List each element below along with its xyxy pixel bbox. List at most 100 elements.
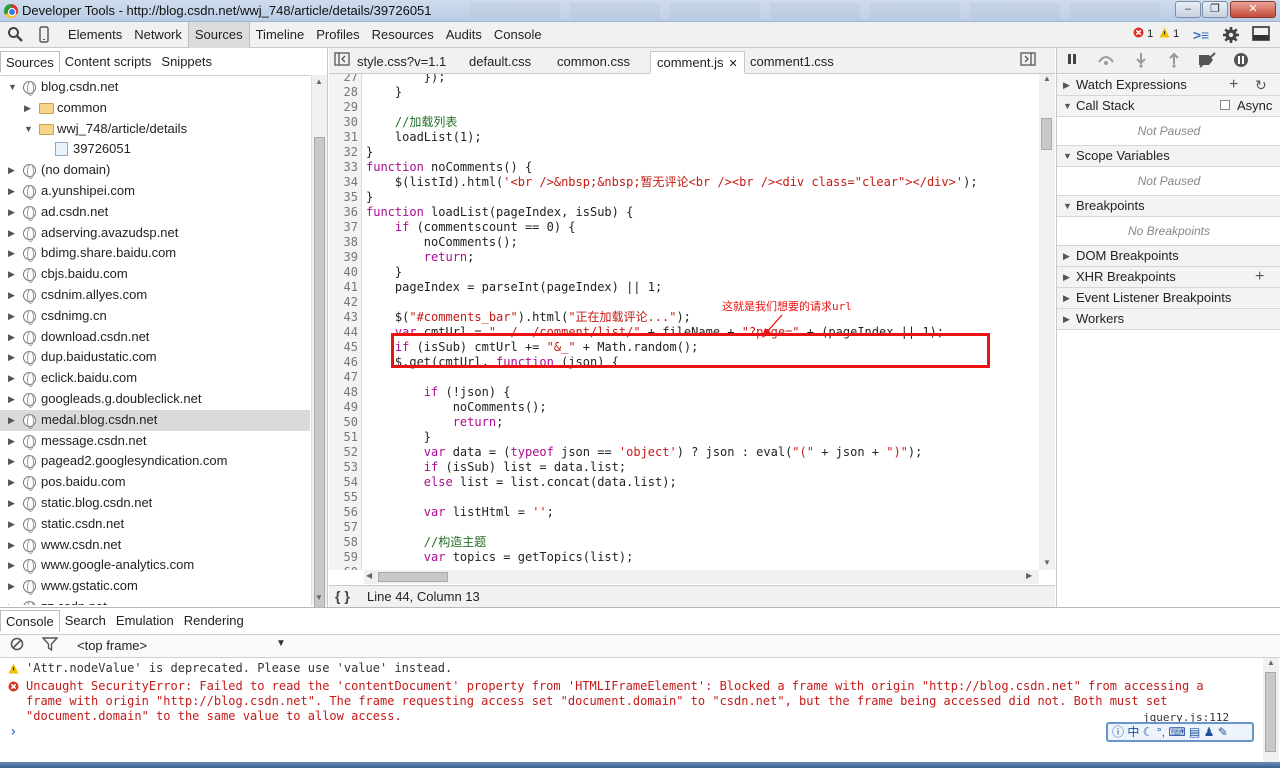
tree-item[interactable]: ▶ www.google-analytics.com [0, 555, 310, 576]
expanded-triangle-icon[interactable]: ▼ [8, 77, 18, 97]
editor-tab-style-css-v-1-1[interactable]: style.css?v=1.1 [351, 51, 452, 74]
filter-icon[interactable] [41, 637, 59, 655]
ime-punct-icon[interactable]: °, [1157, 725, 1165, 739]
collapsed-triangle-icon[interactable]: ▶ [8, 264, 18, 284]
tree-item[interactable]: ▶ static.csdn.net [0, 514, 310, 535]
ime-skin-icon[interactable]: ♟ [1204, 725, 1215, 739]
tab-elements[interactable]: Elements [62, 22, 128, 48]
collapsed-triangle-icon[interactable]: ▶ [8, 181, 18, 201]
editor-tab-comment1-css[interactable]: comment1.css [744, 51, 840, 74]
ime-language-label[interactable]: 中 [1127, 725, 1139, 739]
collapsed-triangle-icon[interactable]: ▶ [8, 514, 18, 534]
editor-hscroll-thumb[interactable] [378, 572, 448, 582]
collapsed-triangle-icon[interactable]: ▶ [8, 306, 18, 326]
inspect-search-icon[interactable] [6, 26, 24, 44]
editor-vertical-scrollbar[interactable]: ▲ ▼ [1039, 74, 1055, 570]
device-mode-icon[interactable] [35, 26, 53, 44]
maximize-button[interactable]: ❐ [1202, 1, 1228, 18]
section-breakpoints[interactable]: ▼ Breakpoints [1057, 196, 1280, 217]
add-icon[interactable]: + [1229, 75, 1238, 95]
tree-item[interactable]: ▶ bdimg.share.baidu.com [0, 243, 310, 264]
pause-icon[interactable] [1063, 52, 1081, 70]
collapsed-triangle-icon[interactable]: ▶ [1063, 246, 1070, 266]
line-number[interactable]: 30 [329, 115, 358, 130]
tree-item[interactable]: ▶ www.csdn.net [0, 535, 310, 556]
pretty-print-button[interactable]: { } [335, 588, 350, 604]
tree-item[interactable]: ▶ cbjs.baidu.com [0, 264, 310, 285]
line-number[interactable]: 35 [329, 190, 358, 205]
ime-moon-icon[interactable]: ☾ [1143, 725, 1154, 739]
toggle-navigator-icon[interactable] [333, 52, 351, 70]
step-over-icon[interactable] [1097, 52, 1115, 70]
async-checkbox[interactable] [1220, 100, 1230, 110]
line-number[interactable]: 37 [329, 220, 358, 235]
line-number[interactable]: 49 [329, 400, 358, 415]
ime-keyboard-icon[interactable]: ⌨ [1168, 725, 1185, 739]
line-number[interactable]: 46 [329, 355, 358, 370]
section-dom-breakpoints[interactable]: ▶ DOM Breakpoints [1057, 246, 1280, 267]
close-tab-icon[interactable]: ✕ [728, 58, 737, 70]
line-number[interactable]: 29 [329, 100, 358, 115]
collapsed-triangle-icon[interactable]: ▶ [1063, 75, 1070, 95]
tab-network[interactable]: Network [128, 22, 188, 48]
collapsed-triangle-icon[interactable]: ▶ [8, 535, 18, 555]
console-scrollbar[interactable]: ▲ [1263, 658, 1279, 762]
tree-item[interactable]: ▶ csdnimg.cn [0, 306, 310, 327]
tab-audits[interactable]: Audits [440, 22, 488, 48]
expanded-triangle-icon[interactable]: ▼ [24, 119, 34, 139]
line-number[interactable]: 59 [329, 550, 358, 565]
tree-item[interactable]: 39726051 [0, 139, 310, 160]
tree-item[interactable]: ▶ common [0, 98, 310, 119]
console-scrollbar-thumb[interactable] [1265, 672, 1276, 752]
line-number[interactable]: 39 [329, 250, 358, 265]
error-count[interactable]: 1 [1133, 26, 1153, 42]
collapsed-triangle-icon[interactable]: ▶ [8, 472, 18, 492]
tree-item[interactable]: ▶ (no domain) [0, 160, 310, 181]
line-number[interactable]: 57 [329, 520, 358, 535]
collapsed-triangle-icon[interactable]: ▶ [8, 597, 18, 605]
tab-console[interactable]: Console [488, 22, 548, 48]
editor-tab-common-css[interactable]: common.css [551, 51, 636, 74]
tree-item[interactable]: ▶ static.blog.csdn.net [0, 493, 310, 514]
line-number[interactable]: 33 [329, 160, 358, 175]
collapsed-triangle-icon[interactable]: ▶ [24, 98, 34, 118]
drawer-tab-search[interactable]: Search [60, 610, 111, 632]
console-prompt[interactable]: › [9, 724, 17, 740]
tab-sources[interactable]: Sources [187, 22, 250, 48]
tree-item[interactable]: ▶ googleads.g.doubleclick.net [0, 389, 310, 410]
line-number[interactable]: 38 [329, 235, 358, 250]
collapsed-triangle-icon[interactable]: ▶ [8, 576, 18, 596]
tree-item[interactable]: ▶ message.csdn.net [0, 431, 310, 452]
line-number[interactable]: 28 [329, 85, 358, 100]
line-number[interactable]: 31 [329, 130, 358, 145]
line-number[interactable]: 32 [329, 145, 358, 160]
line-number[interactable]: 56 [329, 505, 358, 520]
tree-item[interactable]: ▶ a.yunshipei.com [0, 181, 310, 202]
tab-resources[interactable]: Resources [366, 22, 440, 48]
collapsed-triangle-icon[interactable]: ▶ [8, 431, 18, 451]
nav-tab-sources[interactable]: Sources [0, 51, 60, 73]
refresh-icon[interactable]: ↻ [1255, 75, 1267, 95]
code-area[interactable]: 27 }); 28 } 29 30 //加载列表 31 loadList(1); 32} 3… [329, 74, 1039, 570]
line-number[interactable]: 51 [329, 430, 358, 445]
settings-gear-icon[interactable] [1222, 26, 1240, 44]
tree-item[interactable]: ▶ download.csdn.net [0, 327, 310, 348]
expanded-triangle-icon[interactable]: ▼ [1063, 196, 1072, 216]
tree-item[interactable]: ▶ zz.csdn.net [0, 597, 310, 605]
collapsed-triangle-icon[interactable]: ▶ [8, 223, 18, 243]
tree-item[interactable]: ▶ csdnim.allyes.com [0, 285, 310, 306]
line-number[interactable]: 48 [329, 385, 358, 400]
line-number[interactable]: 27 [329, 74, 358, 85]
section-workers[interactable]: ▶ Workers [1057, 309, 1280, 330]
collapsed-triangle-icon[interactable]: ▶ [8, 160, 18, 180]
deactivate-breakpoints-icon[interactable] [1197, 52, 1216, 70]
add-icon[interactable]: + [1255, 267, 1264, 287]
collapsed-triangle-icon[interactable]: ▶ [1063, 309, 1070, 329]
editor-tab-default-css[interactable]: default.css [463, 51, 537, 74]
line-number[interactable]: 58 [329, 535, 358, 550]
tree-item[interactable]: ▼ wwj_748/article/details [0, 119, 310, 140]
drawer-tab-emulation[interactable]: Emulation [111, 610, 179, 632]
line-number[interactable]: 52 [329, 445, 358, 460]
step-into-icon[interactable] [1132, 52, 1150, 70]
collapsed-triangle-icon[interactable]: ▶ [8, 285, 18, 305]
